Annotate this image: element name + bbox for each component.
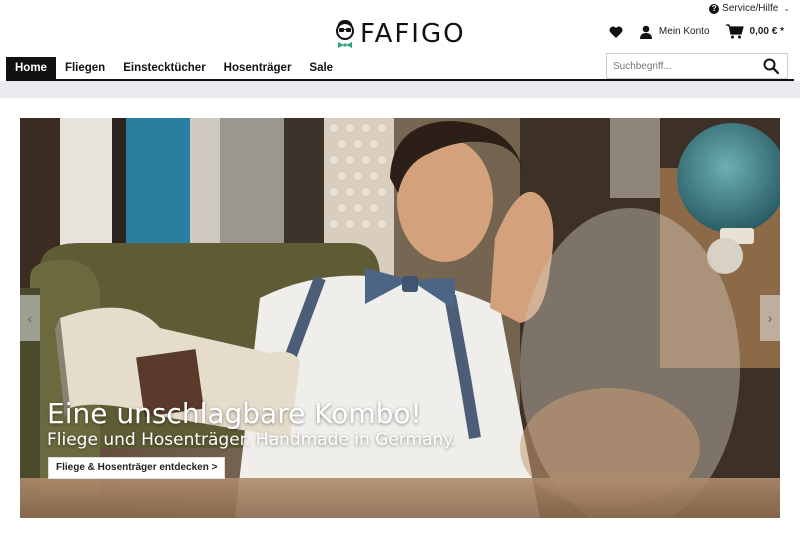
service-help-menu[interactable]: ? Service/Hilfe ⌄	[709, 3, 790, 14]
search-icon	[763, 58, 779, 74]
logo-face-icon	[336, 20, 354, 48]
wishlist-button[interactable]	[609, 26, 623, 38]
main-navigation: Home Fliegen Einstecktücher Hosenträger …	[6, 57, 342, 80]
logo-text: FAFIGO	[360, 19, 466, 49]
cart-button[interactable]: 0,00 € *	[725, 24, 784, 39]
slider-next-button[interactable]: ›	[760, 295, 780, 341]
account-button[interactable]: Mein Konto	[639, 25, 710, 39]
info-band	[0, 81, 800, 98]
nav-item-home[interactable]: Home	[6, 57, 56, 80]
search-input[interactable]	[607, 60, 757, 72]
cart-total: 0,00 € *	[749, 26, 784, 37]
chevron-down-icon: ⌄	[783, 4, 790, 13]
top-bar: ? Service/Hilfe ⌄	[0, 0, 800, 18]
hero-slider: ‹ › Eine unschlagbare Kombo! Fliege und …	[20, 118, 780, 518]
site-logo[interactable]: FAFIGO	[334, 18, 466, 50]
nav-item-fliegen[interactable]: Fliegen	[56, 57, 114, 80]
heart-icon	[609, 26, 623, 38]
account-label: Mein Konto	[658, 26, 710, 37]
search-button[interactable]	[757, 54, 785, 78]
slider-prev-button[interactable]: ‹	[20, 295, 40, 341]
question-circle-icon: ?	[709, 3, 720, 14]
search-box	[606, 53, 788, 79]
nav-item-hosentraeger[interactable]: Hosenträger	[215, 57, 301, 80]
header-actions: Mein Konto 0,00 € *	[609, 24, 784, 39]
hero-cta-button[interactable]: Fliege & Hosenträger entdecken >	[48, 457, 226, 479]
chevron-left-icon: ‹	[27, 310, 33, 326]
hero-headline: Eine unschlagbare Kombo!	[47, 397, 422, 430]
cart-icon	[725, 24, 744, 39]
nav-item-sale[interactable]: Sale	[300, 57, 342, 80]
hero-subline: Fliege und Hosenträger. Handmade in Germ…	[47, 430, 457, 450]
nav-item-einstecktuecher[interactable]: Einstecktücher	[114, 57, 214, 80]
chevron-right-icon: ›	[767, 310, 773, 326]
user-icon	[639, 25, 652, 39]
service-help-label: Service/Hilfe	[722, 3, 779, 14]
